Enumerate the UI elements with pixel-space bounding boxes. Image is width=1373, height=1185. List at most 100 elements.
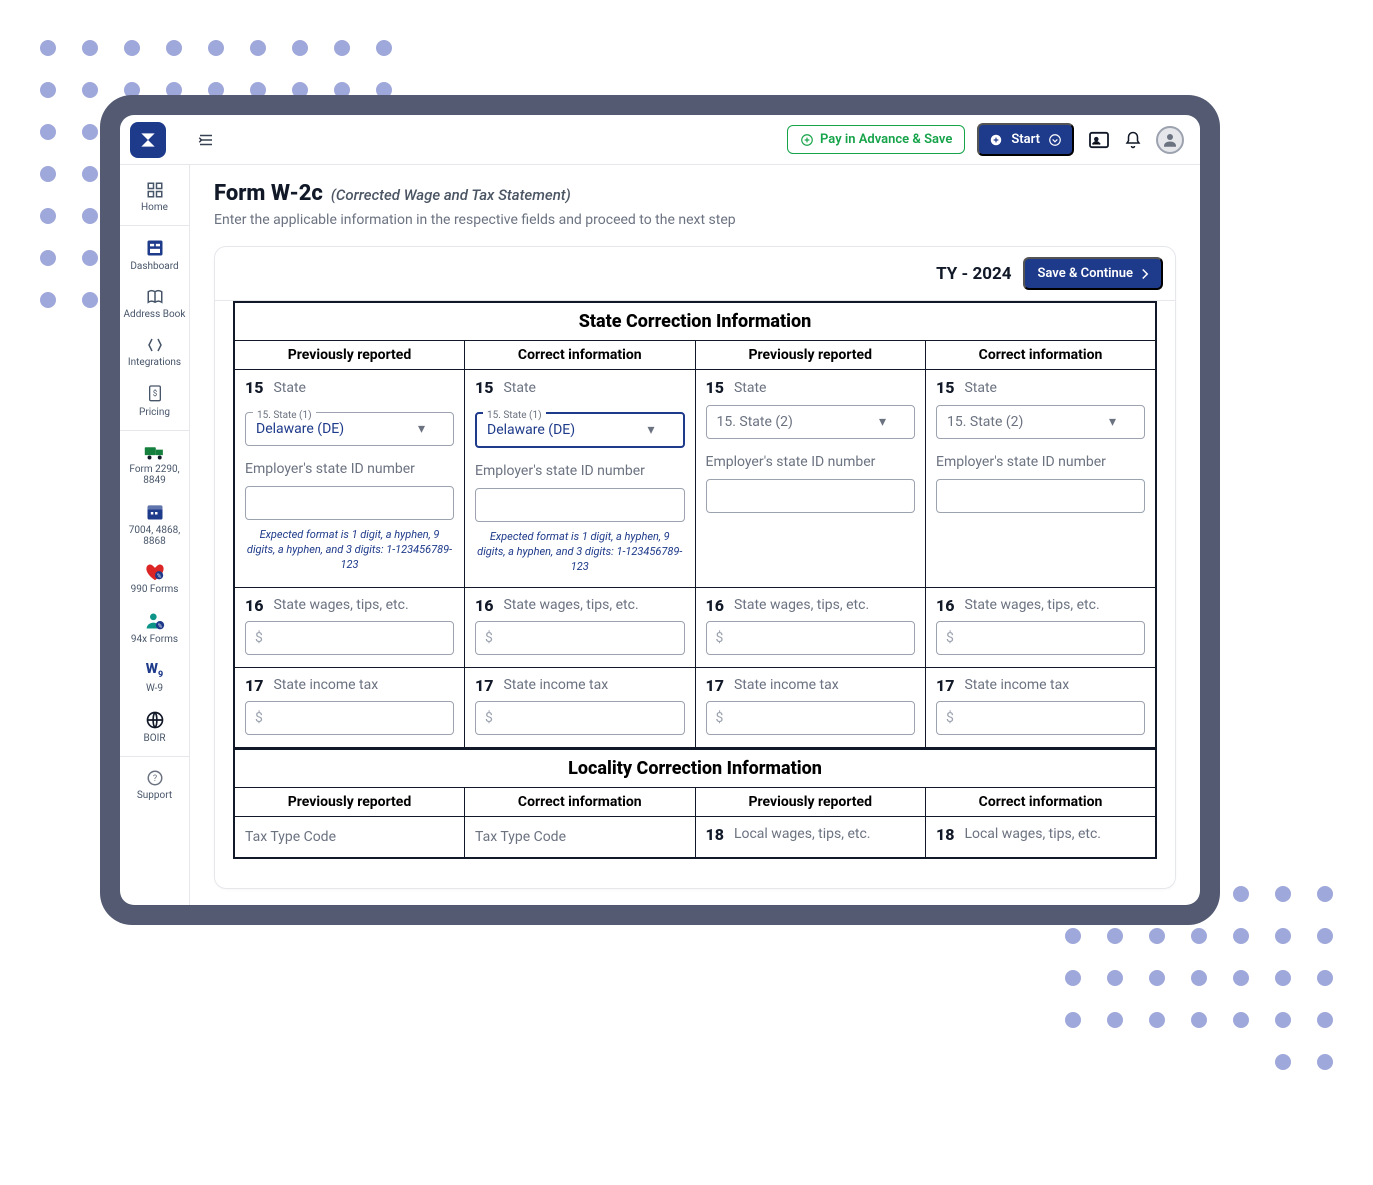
sidebar-item-label: Integrations	[128, 357, 181, 368]
state-legend: 15. State (1)	[253, 410, 316, 421]
pay-in-advance-button[interactable]: Pay in Advance & Save	[787, 125, 965, 154]
employer-state-id-label: Employer's state ID number	[245, 460, 454, 478]
cell-15-corr-2: 15State 15. State (2) ▾ Employer's state…	[926, 370, 1157, 588]
sidebar-item-label: Form 2290, 8849	[129, 464, 179, 486]
sidebar-item-w9[interactable]: W9 W-9	[120, 653, 189, 702]
state-wages-corr-2-input[interactable]	[936, 621, 1145, 655]
col-header: Correct information	[926, 787, 1157, 816]
locality-correction-table: Locality Correction Information Previous…	[233, 749, 1157, 859]
sidebar-item-form-2290[interactable]: Form 2290, 8849	[120, 430, 189, 494]
field-num: 16	[706, 596, 724, 615]
field-num: 16	[245, 596, 263, 615]
sidebar-item-boir[interactable]: BOIR	[120, 702, 189, 752]
employer-state-id-prev-2-input[interactable]	[706, 479, 916, 513]
sidebar-item-94x[interactable]: % 94x Forms	[120, 603, 189, 653]
state-tax-corr-2-input[interactable]	[936, 701, 1145, 735]
field-label: State	[503, 380, 536, 396]
sidebar-item-integrations[interactable]: Integrations	[120, 328, 189, 376]
select-value: Delaware (DE)	[487, 422, 575, 438]
app-logo[interactable]	[130, 122, 166, 158]
start-button[interactable]: Start	[977, 123, 1074, 156]
sidebar: Home Dashboard Address Book Integrations…	[120, 165, 190, 905]
chevron-down-icon: ▾	[418, 421, 425, 437]
page-subtitle: (Corrected Wage and Tax Statement)	[331, 186, 571, 204]
user-avatar[interactable]	[1156, 126, 1184, 154]
field-label: State wages, tips, etc.	[273, 597, 408, 613]
field-num: 17	[245, 676, 263, 695]
state-wages-corr-1-input[interactable]	[475, 621, 685, 655]
employer-state-id-corr-2-input[interactable]	[936, 479, 1145, 513]
field-num: 17	[475, 676, 493, 695]
employer-state-id-label: Employer's state ID number	[706, 453, 916, 471]
plus-circle-filled-icon	[989, 133, 1003, 147]
w9-icon: W9	[122, 661, 187, 680]
main-content: Form W-2c (Corrected Wage and Tax Statem…	[190, 165, 1200, 905]
field-label: State income tax	[964, 677, 1069, 693]
logo-icon	[138, 130, 158, 150]
field-label: State income tax	[273, 677, 378, 693]
state-correction-table: State Correction Information Previously …	[233, 301, 1157, 749]
sidebar-item-support[interactable]: ? Support	[120, 756, 189, 809]
globe-icon	[122, 710, 187, 730]
select-value: Delaware (DE)	[256, 421, 344, 437]
calendar-icon	[122, 502, 187, 522]
save-continue-button[interactable]: Save & Continue	[1023, 257, 1163, 290]
sidebar-item-label: Home	[141, 202, 168, 213]
cell-17-corr-1: 17State income tax	[465, 667, 696, 748]
sidebar-item-7004[interactable]: 7004, 4868, 8868	[120, 494, 189, 555]
sidebar-item-label: W-9	[146, 683, 163, 694]
state-2-corr-select[interactable]: 15. State (2) ▾	[936, 405, 1145, 439]
field-num: 17	[936, 676, 954, 695]
svg-text:$: $	[152, 389, 157, 398]
sidebar-item-label: Address Book	[124, 309, 186, 320]
locality-section-title: Locality Correction Information	[234, 749, 1156, 787]
state-tax-corr-1-input[interactable]	[475, 701, 685, 735]
chevron-down-circle-icon	[1048, 133, 1062, 147]
col-header: Previously reported	[234, 787, 465, 816]
state-tax-prev-1-input[interactable]	[245, 701, 454, 735]
col-header: Previously reported	[695, 787, 926, 816]
sidebar-item-label: Pricing	[139, 407, 170, 418]
format-hint: Expected format is 1 digit, a hyphen, 9 …	[245, 528, 454, 573]
field-num: 16	[936, 596, 954, 615]
field-label: State wages, tips, etc.	[964, 597, 1099, 613]
svg-text:%: %	[157, 624, 162, 630]
state-wages-prev-2-input[interactable]	[706, 621, 916, 655]
state-section-title: State Correction Information	[234, 302, 1156, 341]
format-hint: Expected format is 1 digit, a hyphen, 9 …	[475, 530, 685, 575]
employer-state-id-corr-1-input[interactable]	[475, 488, 685, 522]
id-card-icon[interactable]	[1088, 131, 1110, 149]
field-label: State income tax	[734, 677, 839, 693]
user-icon	[1161, 131, 1179, 149]
cell-17-prev-1: 17 State income tax	[234, 667, 465, 748]
help-icon: ?	[122, 769, 187, 787]
employer-state-id-prev-1-input[interactable]	[245, 486, 454, 520]
collapse-sidebar-icon[interactable]	[196, 131, 216, 149]
state-2-prev-select[interactable]: 15. State (2) ▾	[706, 405, 916, 439]
cell-16-prev-2: 16 State wages, tips, etc.	[695, 587, 926, 667]
field-label: State wages, tips, etc.	[734, 597, 869, 613]
tax-type-code-label: Tax Type Code	[475, 825, 685, 845]
cell-15-corr-1: 15State 15. State (1) Delaware (DE) ▾ Em	[465, 370, 696, 588]
bell-icon[interactable]	[1124, 130, 1142, 150]
sidebar-item-990[interactable]: % 990 Forms	[120, 555, 189, 603]
chevron-right-icon	[1141, 268, 1149, 280]
truck-icon	[122, 443, 187, 461]
sidebar-item-pricing[interactable]: $ Pricing	[120, 376, 189, 426]
sidebar-item-label: 990 Forms	[131, 584, 179, 595]
chevron-down-icon: ▾	[879, 414, 886, 430]
field-label: Local wages, tips, etc.	[964, 826, 1101, 842]
sidebar-item-home[interactable]: Home	[120, 173, 189, 221]
state-wages-prev-1-input[interactable]	[245, 621, 454, 655]
col-header: Previously reported	[234, 341, 465, 370]
sidebar-item-dashboard[interactable]: Dashboard	[120, 225, 189, 280]
state-tax-prev-2-input[interactable]	[706, 701, 916, 735]
field-num: 18	[706, 825, 724, 844]
dashboard-icon	[122, 238, 187, 258]
card-body[interactable]: State Correction Information Previously …	[215, 301, 1175, 888]
sidebar-item-label: Support	[137, 790, 172, 801]
sidebar-item-address-book[interactable]: Address Book	[120, 280, 189, 328]
pay-label: Pay in Advance & Save	[820, 132, 952, 147]
select-placeholder: 15. State (2)	[717, 414, 793, 430]
start-label: Start	[1011, 132, 1040, 147]
